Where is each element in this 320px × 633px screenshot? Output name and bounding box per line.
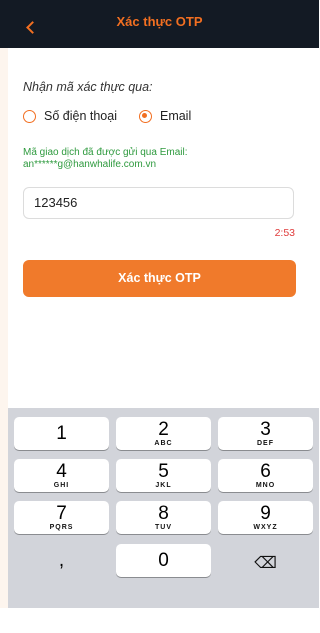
radio-phone[interactable] [23,109,36,123]
radio-email[interactable] [138,109,152,123]
key-4-letters: GHI [53,482,70,489]
key-7-label: 7 [56,503,67,524]
key-2-letters: ABC [154,440,173,447]
otp-sent-email: an******g@hanwhalife.com.vn [23,158,157,170]
countdown-timer: 2:53 [274,227,295,239]
key-delete[interactable]: ⌫ [218,544,313,577]
key-7-letters: PQRS [49,524,74,531]
bottom-area [0,608,319,633]
key-comma[interactable]: , [14,544,109,577]
verify-via-label: Nhận mã xác thực qua: [23,80,153,94]
key-1[interactable]: 1 [14,417,109,450]
key-3[interactable]: 3 DEF [218,417,313,450]
otp-sent-message-line1: Mã giao dịch đã được gửi qua Email: [23,147,188,158]
key-7[interactable]: 7 PQRS [14,501,109,534]
key-5-letters: JKL [155,482,172,489]
page-title: Xác thực OTP [116,14,203,29]
key-2[interactable]: 2 ABC [116,417,211,450]
key-4-label: 4 [56,461,67,482]
key-5-label: 5 [158,461,169,482]
radio-email-label[interactable]: Email [160,109,191,123]
app-header: Xác thực OTP [0,0,319,48]
verify-method-group: Số điện thoại Email [23,108,191,124]
key-9[interactable]: 9 WXYZ [218,501,313,534]
backspace-icon: ⌫ [254,555,277,572]
key-6[interactable]: 6 MNO [218,459,313,492]
key-3-letters: DEF [257,440,274,447]
otp-input[interactable]: 123456 [23,187,294,219]
key-0-label: 0 [158,550,169,571]
side-strip [0,48,8,608]
numeric-keyboard: 1 2 ABC 3 DEF 4 GHI 5 JKL 6 MNO 7 PQRS 8… [8,408,319,608]
key-1-label: 1 [56,423,67,444]
key-9-letters: WXYZ [253,524,278,531]
key-8-label: 8 [158,503,169,524]
key-5[interactable]: 5 JKL [116,459,211,492]
key-comma-label: , [58,550,65,571]
key-2-label: 2 [158,419,169,440]
radio-phone-label[interactable]: Số điện thoại [44,109,117,123]
key-8-letters: TUV [155,524,172,531]
otp-sent-message: Mã giao dịch đã được gửi qua Email: an**… [23,147,187,170]
key-4[interactable]: 4 GHI [14,459,109,492]
key-0[interactable]: 0 [116,544,211,577]
key-3-label: 3 [260,419,271,440]
key-6-label: 6 [260,461,271,482]
key-8[interactable]: 8 TUV [116,501,211,534]
key-6-letters: MNO [255,482,276,489]
key-9-label: 9 [260,503,271,524]
verify-otp-button[interactable]: Xác thực OTP [23,260,296,297]
